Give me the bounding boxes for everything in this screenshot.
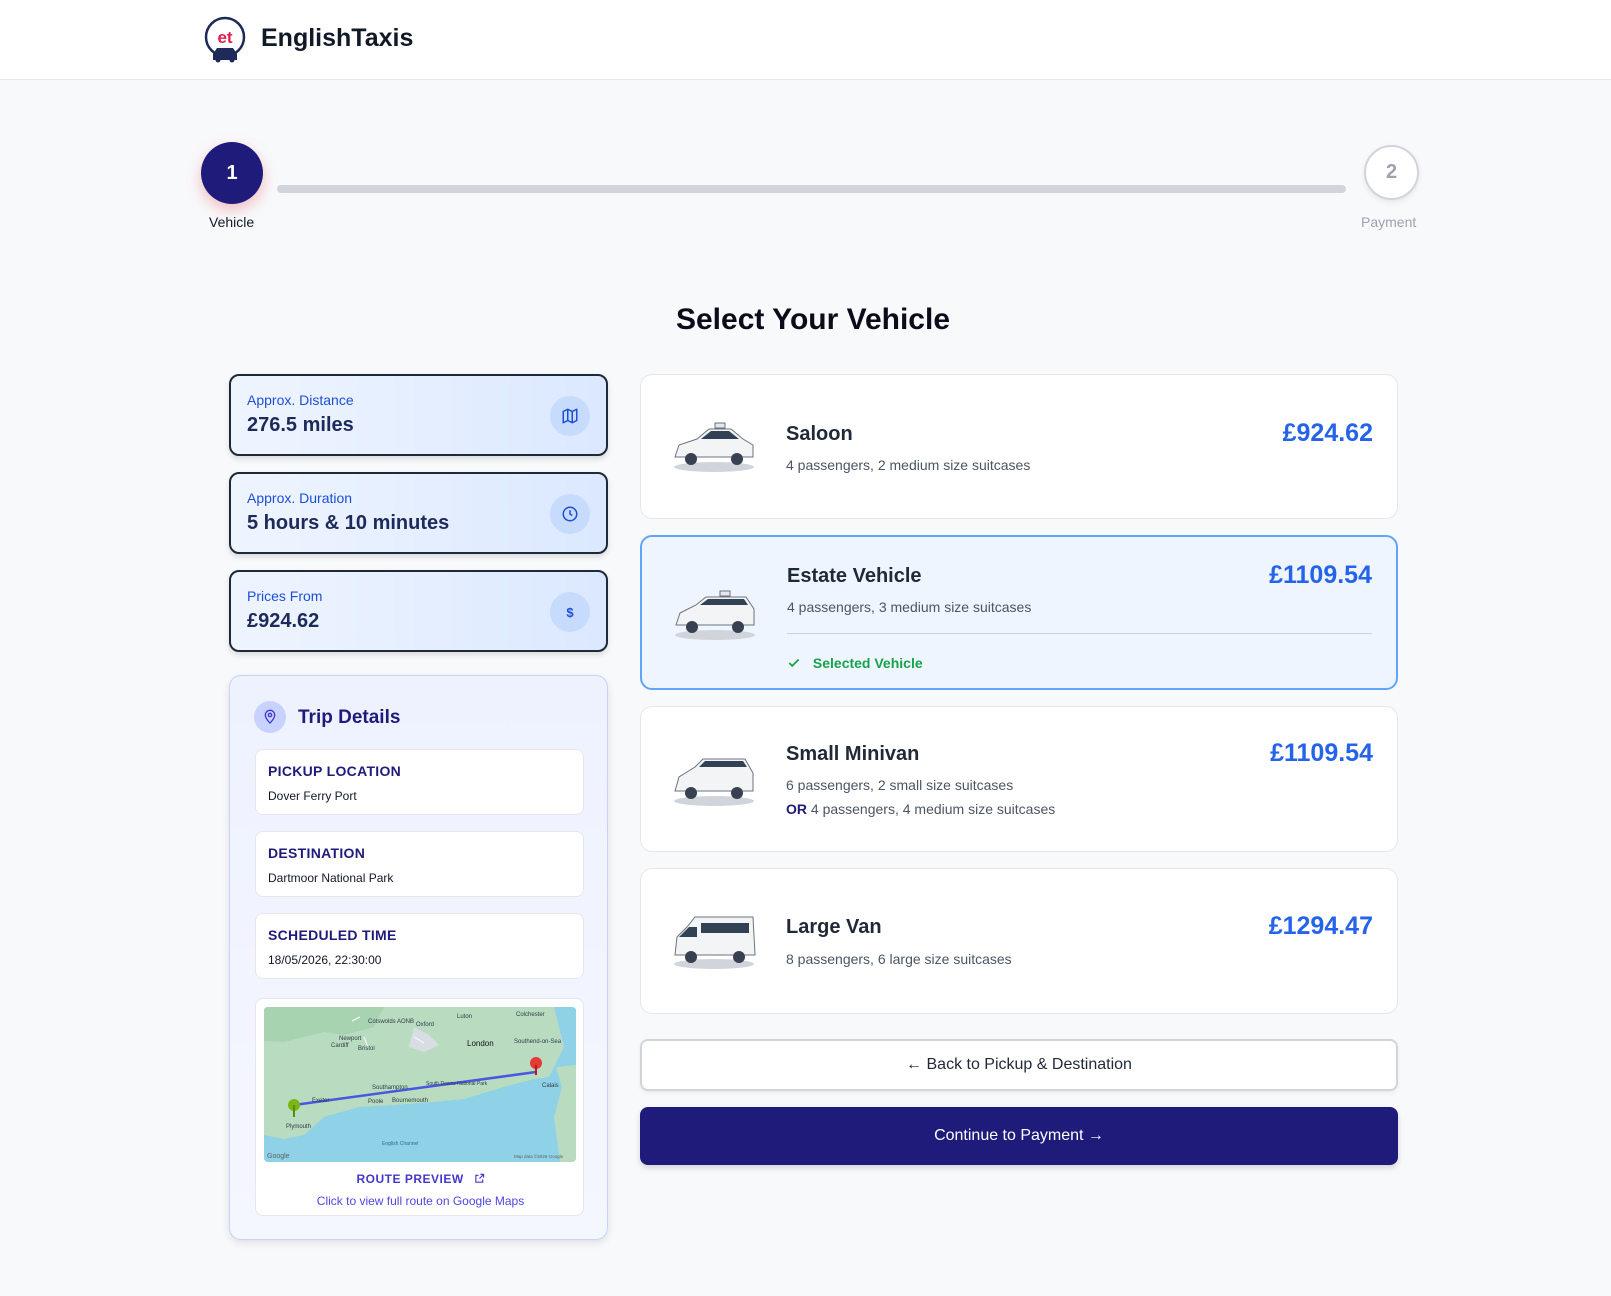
step-2-circle: 2 [1364, 145, 1419, 200]
or-label: OR [786, 801, 807, 817]
duration-value: 5 hours & 10 minutes [247, 512, 450, 534]
vehicle-capacity-alt: OR 4 passengers, 4 medium size suitcases [786, 801, 1055, 817]
map-label-southend: Southend-on-Sea [514, 1039, 562, 1045]
dollar-icon: $ [550, 592, 590, 632]
vehicle-card-large-van[interactable]: Large Van 8 passengers, 6 large size sui… [640, 868, 1398, 1014]
vehicle-card-estate[interactable]: Estate Vehicle 4 passengers, 3 medium si… [640, 535, 1398, 690]
scheduled-time-field: SCHEDULED TIME 18/05/2026, 22:30:00 [255, 913, 584, 979]
vehicle-name: Estate Vehicle [787, 565, 922, 587]
map-icon [550, 396, 590, 436]
check-icon [788, 658, 800, 668]
external-link-icon [474, 1173, 484, 1183]
vehicle-capacity: 6 passengers, 2 small size suitcases [786, 777, 1014, 793]
page-title: Select Your Vehicle [675, 303, 951, 336]
progress-stepper: 1 2 Vehicle Payment [201, 140, 1423, 240]
map-label-bournemouth: Bournemouth [392, 1098, 428, 1104]
map-label-cotswolds: Cotswolds AONB [368, 1019, 414, 1025]
vehicle-price: £1294.47 [1268, 912, 1373, 940]
continue-to-payment-button[interactable]: Continue to Payment → [640, 1107, 1398, 1165]
vehicle-capacity: 8 passengers, 6 large size suitcases [786, 951, 1012, 967]
map-label-channel: English Channel [382, 1141, 418, 1147]
route-preview-card[interactable]: Cotswolds AONB Oxford Luton Colchester N… [255, 998, 584, 1216]
map-label-plymouth: Plymouth [286, 1124, 311, 1130]
pickup-label: PICKUP LOCATION [268, 763, 402, 779]
duration-label: Approx. Duration [247, 490, 353, 506]
price-from-label: Prices From [247, 588, 323, 604]
divider [787, 633, 1372, 634]
step-2-label: Payment [1361, 214, 1417, 230]
map-attribution: Map data ©2026 Google [514, 1153, 564, 1159]
clock-icon [550, 494, 590, 534]
map-label-newport: Newport [339, 1036, 362, 1042]
scheduled-time-value: 18/05/2026, 22:30:00 [268, 953, 382, 967]
map-label-southampton: Southampton [372, 1085, 408, 1091]
price-from-card: Prices From £924.62 $ [229, 570, 608, 652]
route-preview-hint[interactable]: Click to view full route on Google Maps [256, 1194, 585, 1208]
destination-field: DESTINATION Dartmoor National Park [255, 831, 584, 897]
pickup-value: Dover Ferry Port [268, 789, 357, 803]
step-1-label: Vehicle [209, 214, 255, 230]
map-label-poole: Poole [368, 1099, 384, 1105]
map-label-oxford: Oxford [416, 1022, 434, 1028]
scheduled-time-label: SCHEDULED TIME [268, 927, 397, 943]
vehicle-capacity-alt-text: 4 passengers, 4 medium size suitcases [810, 801, 1056, 817]
step-progress-bar [277, 185, 1346, 193]
distance-card: Approx. Distance 276.5 miles [229, 374, 608, 456]
map-label-cardiff: Cardiff [331, 1043, 349, 1049]
map-label-colchester: Colchester [516, 1012, 545, 1018]
minivan-icon [674, 758, 754, 806]
logo-icon[interactable]: et [202, 16, 248, 64]
map-label-bristol: Bristol [358, 1046, 375, 1052]
duration-card: Approx. Duration 5 hours & 10 minutes [229, 472, 608, 554]
selected-vehicle-status: Selected Vehicle [787, 655, 923, 671]
vehicle-price: £1109.54 [1270, 739, 1373, 767]
map-label-calais: Calais [542, 1083, 559, 1089]
vehicle-name: Saloon [786, 423, 853, 445]
step-1-circle: 1 [201, 142, 263, 204]
vehicle-card-saloon[interactable]: Saloon 4 passengers, 2 medium size suitc… [640, 374, 1398, 519]
site-header: et EnglishTaxis [0, 0, 1611, 80]
back-to-pickup-button[interactable]: ← Back to Pickup & Destination [640, 1039, 1398, 1091]
google-logo-icon: Google [267, 1153, 290, 1160]
vehicle-capacity: 4 passengers, 3 medium size suitcases [787, 599, 1032, 615]
map-label-south-downs: South Downs National Park [426, 1081, 488, 1087]
vehicle-card-small-minivan[interactable]: Small Minivan 6 passengers, 2 small size… [640, 706, 1398, 852]
pickup-field: PICKUP LOCATION Dover Ferry Port [255, 749, 584, 815]
logo-text: et [217, 28, 232, 47]
vehicle-price: £1109.54 [1269, 561, 1372, 589]
selected-vehicle-text: Selected Vehicle [812, 655, 923, 671]
destination-label: DESTINATION [268, 845, 366, 861]
route-map[interactable]: Cotswolds AONB Oxford Luton Colchester N… [264, 1007, 576, 1162]
vehicle-name: Small Minivan [786, 743, 920, 765]
trip-details-panel: Trip Details PICKUP LOCATION Dover Ferry… [229, 675, 608, 1240]
price-from-value: £924.62 [247, 610, 320, 632]
route-preview-label[interactable]: ROUTE PREVIEW [356, 1172, 463, 1186]
distance-value: 276.5 miles [247, 414, 354, 436]
destination-value: Dartmoor National Park [268, 871, 394, 885]
estate-car-icon [675, 590, 755, 640]
brand-name[interactable]: EnglishTaxis [261, 24, 413, 53]
trip-details-title: Trip Details [298, 707, 401, 728]
distance-label: Approx. Distance [247, 392, 354, 408]
saloon-car-icon [674, 422, 754, 472]
route-preview-link[interactable]: ROUTE PREVIEW [256, 1172, 585, 1186]
map-label-luton: Luton [457, 1014, 472, 1020]
map-label-exeter: Exeter [312, 1098, 329, 1104]
vehicle-capacity: 4 passengers, 2 medium size suitcases [786, 457, 1031, 473]
map-label-london: London [467, 1039, 494, 1048]
vehicle-price: £924.62 [1282, 419, 1373, 447]
van-icon [674, 916, 756, 969]
vehicle-name: Large Van [786, 916, 882, 938]
location-pin-icon [254, 701, 286, 733]
